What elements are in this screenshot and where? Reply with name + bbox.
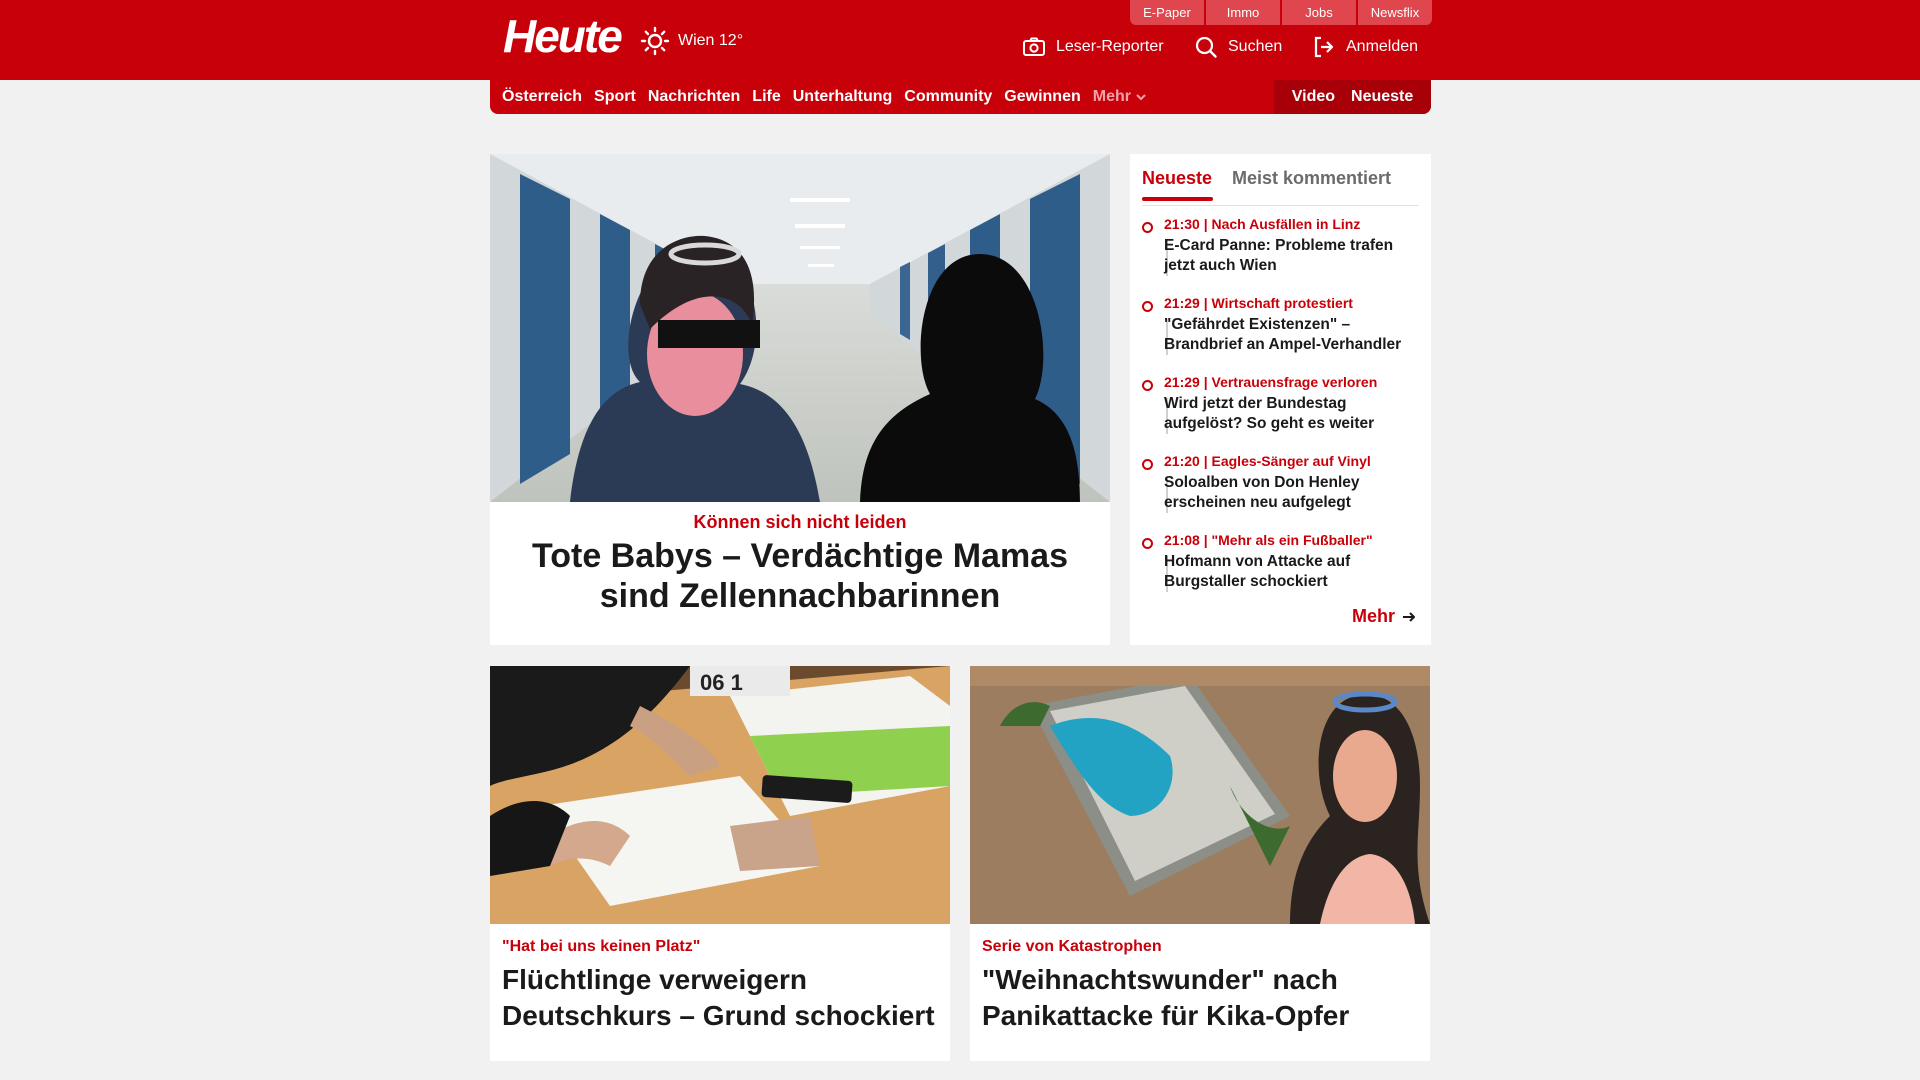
- nav-item-sport[interactable]: Sport: [594, 88, 636, 106]
- timeline-dot: [1142, 459, 1153, 470]
- nav-more-label: Mehr: [1092, 88, 1131, 105]
- main-navigation: Österreich Sport Nachrichten Life Unterh…: [490, 80, 1431, 114]
- search-icon: [1195, 36, 1217, 58]
- ticker-kicker: 21:29 | Vertrauensfrage verloren: [1164, 374, 1378, 390]
- nav-right-group: Video Neueste: [1274, 80, 1431, 114]
- timeline-dot: [1142, 301, 1153, 312]
- ticker-title[interactable]: "Gefährdet Existenzen" – Brandbrief an A…: [1164, 315, 1424, 355]
- article-image[interactable]: 06 1: [490, 666, 950, 924]
- article-card[interactable]: Serie von Katastrophen "Weihnachtswunder…: [970, 666, 1430, 1061]
- sun-icon: [640, 26, 670, 56]
- login-icon: [1314, 36, 1334, 58]
- card-kicker: Serie von Katastrophen: [982, 938, 1162, 955]
- ticker-kicker: 21:29 | Wirtschaft protestiert: [1164, 295, 1353, 311]
- nav-item-gewinnen[interactable]: Gewinnen: [1004, 88, 1080, 106]
- camera-icon: [1023, 37, 1045, 56]
- ticker-title[interactable]: Soloalben von Don Henley erscheinen neu …: [1164, 473, 1424, 513]
- nav-item-community[interactable]: Community: [904, 88, 992, 106]
- nav-item-life[interactable]: Life: [752, 88, 780, 106]
- card-title[interactable]: Flüchtlinge verweigern Deutschkurs – Gru…: [502, 962, 942, 1034]
- ticker-item[interactable]: 21:08 | "Mehr als ein Fußballer" Hofmann…: [1142, 532, 1424, 602]
- nav-item-unterhaltung[interactable]: Unterhaltung: [793, 88, 893, 106]
- tab-immo[interactable]: Immo: [1206, 0, 1280, 25]
- ticker-title[interactable]: Wird jetzt der Bundestag aufgelöst? So g…: [1164, 394, 1424, 434]
- timeline-dot: [1142, 538, 1153, 549]
- nav-item-oesterreich[interactable]: Österreich: [502, 88, 582, 106]
- active-tab-underline: [1142, 197, 1213, 201]
- tab-neueste-label: Neueste: [1142, 168, 1213, 188]
- ticker-item[interactable]: 21:30 | Nach Ausfällen in Linz E-Card Pa…: [1142, 216, 1424, 286]
- leser-reporter-label: Leser-Reporter: [1056, 38, 1164, 55]
- top-header: [0, 0, 1920, 80]
- ticker-item[interactable]: 21:29 | Vertrauensfrage verloren Wird je…: [1142, 374, 1424, 444]
- ticker-title[interactable]: Hofmann von Attacke auf Burgstaller scho…: [1164, 552, 1424, 592]
- arrow-right-icon: [1403, 611, 1415, 622]
- leser-reporter-button[interactable]: Leser-Reporter: [1022, 34, 1164, 60]
- sidebar-more-link[interactable]: Mehr: [1352, 606, 1417, 627]
- timeline-dot: [1142, 380, 1153, 391]
- tab-meist-kommentiert[interactable]: Meist kommentiert: [1232, 168, 1391, 189]
- weather-label: Wien 12°: [678, 32, 744, 49]
- ticker-kicker: 21:30 | Nach Ausfällen in Linz: [1164, 216, 1361, 232]
- nav-item-video[interactable]: Video: [1292, 88, 1335, 106]
- hero-kicker: Können sich nicht leiden: [693, 512, 907, 532]
- hero-article[interactable]: Können sich nicht leiden Tote Babys – Ve…: [490, 154, 1110, 645]
- nav-more-dropdown[interactable]: Mehr: [1093, 88, 1147, 106]
- ticker-kicker: 21:20 | Eagles-Sänger auf Vinyl: [1164, 453, 1371, 469]
- weather-widget[interactable]: Wien 12°: [640, 26, 743, 56]
- sidebar-more-label: Mehr: [1351, 606, 1395, 626]
- nav-item-neueste[interactable]: Neueste: [1351, 88, 1413, 106]
- ticker-kicker: 21:08 | "Mehr als ein Fußballer": [1164, 532, 1373, 548]
- search-label: Suchen: [1228, 38, 1283, 55]
- hero-image[interactable]: [490, 154, 1110, 502]
- tab-neueste[interactable]: Neueste: [1142, 168, 1213, 201]
- service-tabs: E-Paper Immo Jobs Newsflix: [1130, 0, 1432, 25]
- nav-item-nachrichten[interactable]: Nachrichten: [648, 88, 740, 106]
- login-button[interactable]: Anmelden: [1312, 34, 1418, 60]
- timeline-dot: [1142, 222, 1153, 233]
- ticker-title[interactable]: E-Card Panne: Probleme trafen jetzt auch…: [1164, 236, 1424, 276]
- article-image[interactable]: [970, 666, 1430, 924]
- card-kicker: "Hat bei uns keinen Platz": [502, 938, 701, 955]
- news-ticker-sidebar: Neueste Meist kommentiert 21:30 | Nach A…: [1130, 154, 1431, 645]
- ticker-item[interactable]: 21:20 | Eagles-Sänger auf Vinyl Soloalbe…: [1142, 453, 1424, 523]
- ticker-item[interactable]: 21:29 | Wirtschaft protestiert "Gefährde…: [1142, 295, 1424, 365]
- chevron-down-icon: [1136, 94, 1146, 101]
- hero-title[interactable]: Tote Babys – Verdächtige Mamas sind Zell…: [500, 536, 1100, 616]
- login-label: Anmelden: [1346, 38, 1419, 55]
- article-card[interactable]: 06 1 "Hat bei uns keinen Platz" Flüchtli…: [490, 666, 950, 1061]
- tab-jobs[interactable]: Jobs: [1282, 0, 1356, 25]
- heute-logo[interactable]: Heute: [503, 10, 623, 62]
- search-button[interactable]: Suchen: [1194, 34, 1282, 60]
- card-title[interactable]: "Weihnachtswunder" nach Panikattacke für…: [982, 962, 1422, 1034]
- tab-newsflix[interactable]: Newsflix: [1358, 0, 1432, 25]
- svg-text:06 1: 06 1: [700, 670, 743, 695]
- sidebar-tabs: Neueste Meist kommentiert: [1142, 162, 1419, 206]
- tab-epaper[interactable]: E-Paper: [1130, 0, 1204, 25]
